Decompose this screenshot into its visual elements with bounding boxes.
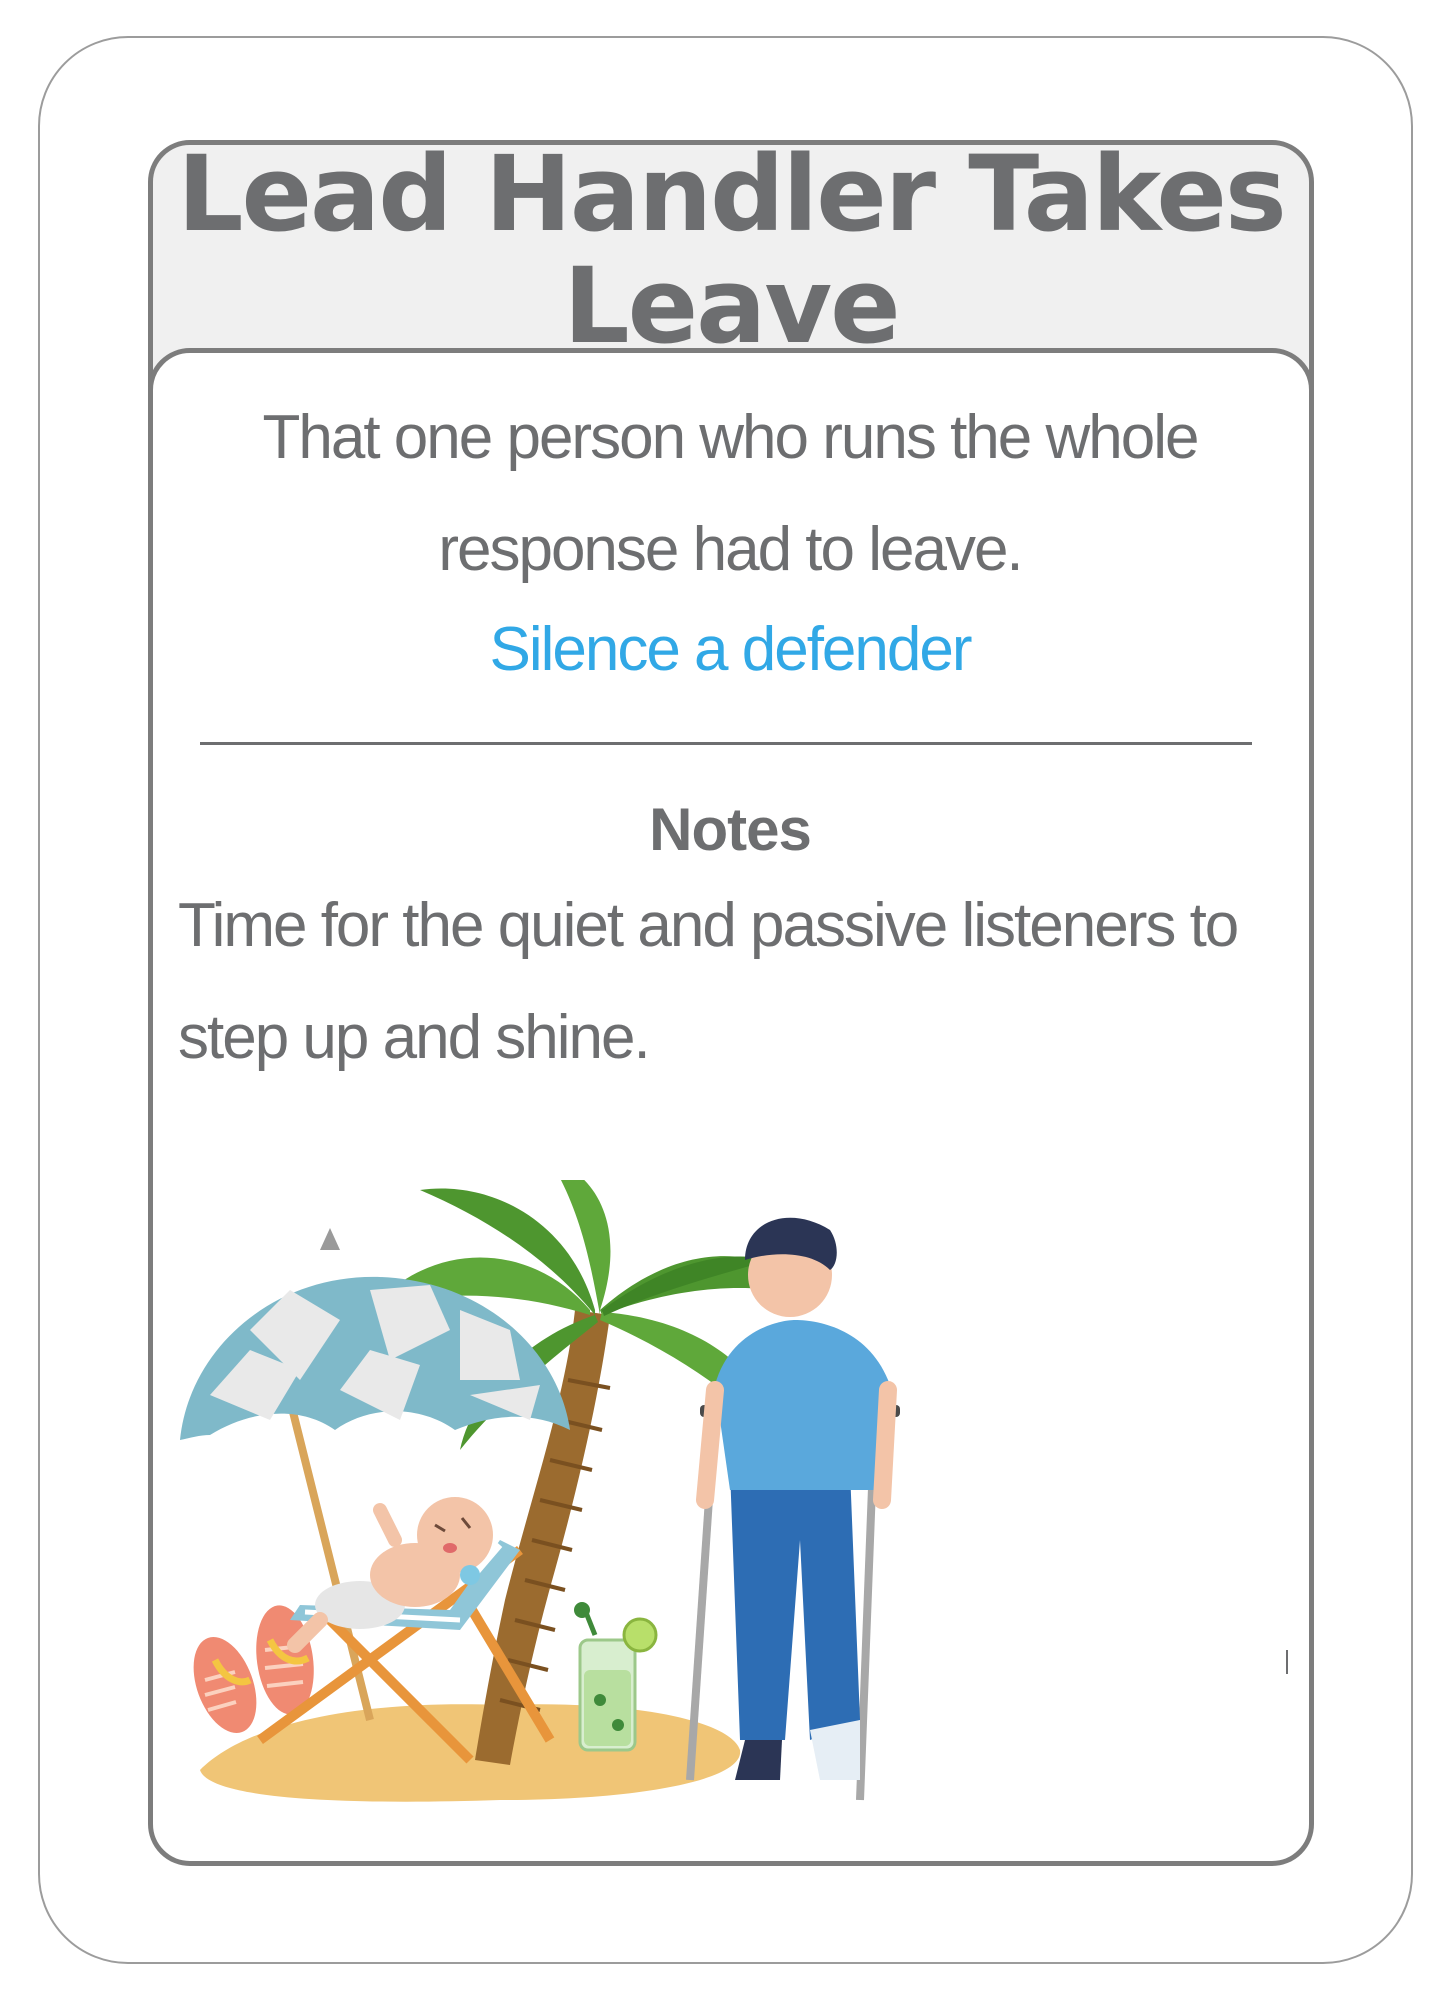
divider (200, 742, 1252, 745)
man-on-crutches-icon (686, 1217, 900, 1801)
card-title: Lead Handler Takes Leave (177, 133, 1287, 367)
notes-text: Time for the quiet and passive listeners… (178, 891, 1239, 1072)
flip-flops-icon (193, 1605, 314, 1733)
beach-illustration (180, 1180, 900, 1802)
notes-heading: Notes (649, 796, 812, 863)
card-description: That one person who runs the whole respo… (262, 403, 1200, 584)
card-effect: Silence a defender (489, 615, 972, 684)
tick-mark (1286, 1650, 1288, 1674)
